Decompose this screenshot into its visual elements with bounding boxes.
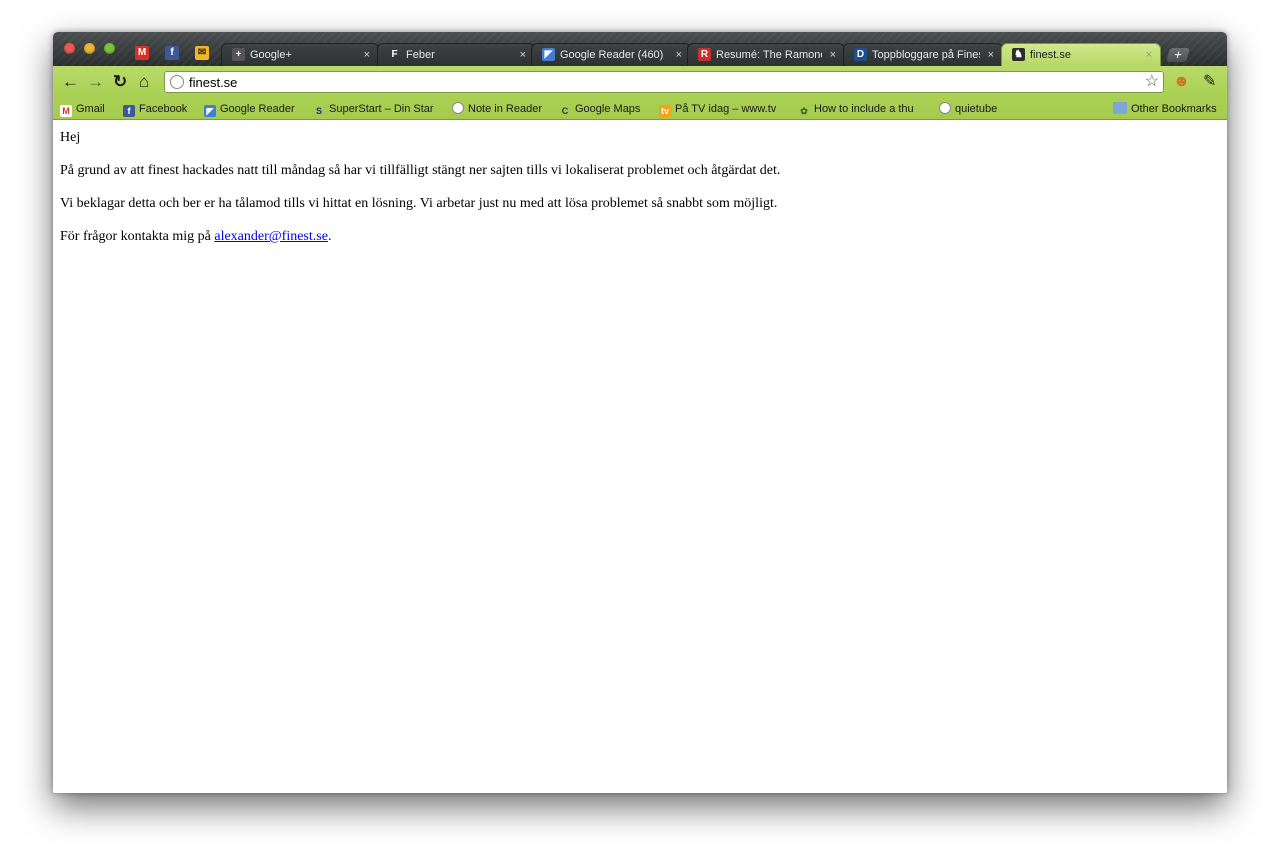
- minimize-window-button[interactable]: [84, 43, 95, 54]
- bookmark-facebook[interactable]: f Facebook: [123, 101, 187, 117]
- forward-icon[interactable]: →: [87, 73, 104, 91]
- zoom-window-button[interactable]: [104, 43, 115, 54]
- bookmark-gmail[interactable]: M Gmail: [60, 101, 105, 117]
- tab-toppbloggare[interactable]: D Toppbloggare på Fines ×: [843, 43, 1003, 66]
- tab-finest-active[interactable]: ♞ finest.se ×: [1001, 43, 1161, 66]
- contact-paragraph: För frågor kontakta mig på alexander@fin…: [60, 229, 332, 244]
- bookmark-how-to-include[interactable]: ✿ How to include a thu: [798, 101, 920, 117]
- tab-close-icon[interactable]: ×: [520, 44, 526, 66]
- globe-icon: [939, 102, 951, 114]
- extension-cookie-icon[interactable]: ☻: [1173, 73, 1190, 91]
- home-icon[interactable]: ⌂: [139, 73, 149, 91]
- bookmark-superstart[interactable]: S SuperStart – Din Star: [313, 101, 435, 117]
- google-maps-icon: C: [561, 106, 569, 116]
- dm-icon: D: [854, 48, 867, 61]
- page-content: Hej På grund av att finest hackades natt…: [53, 120, 1227, 793]
- superstart-icon: S: [315, 106, 322, 116]
- tab-strip: M f ✉ + Google+ × F Feber × ◤ Google Rea…: [53, 32, 1227, 66]
- globe-icon: [170, 75, 184, 89]
- reload-icon[interactable]: ↻: [113, 73, 127, 91]
- close-window-button[interactable]: [64, 43, 75, 54]
- google-reader-icon: ◤: [542, 48, 555, 61]
- bookmark-note-in-reader[interactable]: Note in Reader: [452, 101, 542, 117]
- new-tab-button[interactable]: +: [1166, 47, 1190, 62]
- folder-icon: [1113, 102, 1127, 114]
- pinned-tab-gmail-icon[interactable]: M: [135, 46, 149, 60]
- hack-notice-paragraph: På grund av att finest hackades natt til…: [60, 163, 781, 178]
- tab-close-icon[interactable]: ×: [676, 44, 682, 66]
- pinned-tab-facebook-icon[interactable]: f: [165, 46, 179, 60]
- google-reader-icon: ◤: [204, 105, 216, 117]
- bookmark-pa-tv-idag[interactable]: tv På TV idag – www.tv: [659, 101, 779, 117]
- greeting-text: Hej: [60, 130, 81, 145]
- bookmark-quietube[interactable]: quietube: [939, 101, 997, 117]
- tab-google-reader[interactable]: ◤ Google Reader (460) ×: [531, 43, 691, 66]
- wrench-icon[interactable]: ✎: [1203, 73, 1216, 91]
- tab-resume-ramones[interactable]: R Resumé: The Ramones ×: [687, 43, 845, 66]
- finest-icon: ♞: [1012, 48, 1025, 61]
- gmail-icon: M: [60, 105, 72, 117]
- other-bookmarks[interactable]: Other Bookmarks: [1113, 101, 1217, 117]
- tab-close-icon[interactable]: ×: [364, 44, 370, 66]
- tv-icon: tv: [659, 105, 671, 117]
- resume-icon: R: [698, 48, 711, 61]
- bookmark-google-maps[interactable]: C Google Maps: [559, 101, 641, 117]
- address-bar[interactable]: ☆: [164, 71, 1164, 93]
- facebook-icon: f: [123, 105, 135, 117]
- contact-email-link[interactable]: alexander@finest.se: [214, 229, 328, 244]
- bookmark-google-reader[interactable]: ◤ Google Reader: [204, 101, 295, 117]
- tab-feber[interactable]: F Feber ×: [377, 43, 535, 66]
- pinned-tab-extension-icon[interactable]: ✉: [195, 46, 209, 60]
- tab-close-icon[interactable]: ×: [988, 44, 994, 66]
- back-icon[interactable]: ←: [62, 73, 79, 91]
- tab-google-plus[interactable]: + Google+ ×: [221, 43, 379, 66]
- toolbar: ← → ↻ ⌂ ☆ ☻ ✎: [53, 66, 1227, 98]
- bookmarks-bar: M Gmail f Facebook ◤ Google Reader S SuperSt…: [53, 98, 1227, 120]
- globe-icon: [452, 102, 464, 114]
- tab-close-icon[interactable]: ×: [1146, 44, 1152, 66]
- google-plus-icon: +: [232, 48, 245, 61]
- bookmark-star-icon[interactable]: ☆: [1145, 72, 1159, 92]
- address-input[interactable]: [189, 73, 1089, 91]
- tab-close-icon[interactable]: ×: [830, 44, 836, 66]
- apology-paragraph: Vi beklagar detta och ber er ha tålamod …: [60, 196, 778, 211]
- cactus-icon: ✿: [800, 106, 808, 116]
- browser-window: M f ✉ + Google+ × F Feber × ◤ Google Rea…: [53, 32, 1227, 793]
- feber-icon: F: [391, 49, 398, 60]
